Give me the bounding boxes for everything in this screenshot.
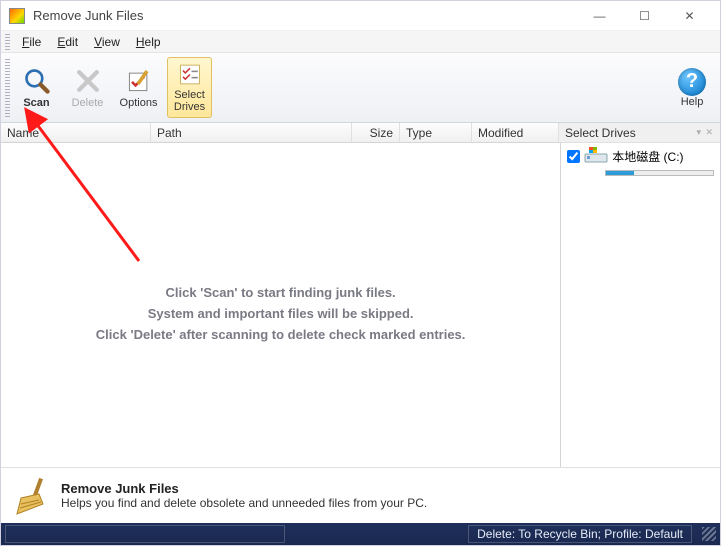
maximize-button[interactable]: ☐	[622, 2, 667, 30]
menubar: File Edit View Help	[1, 31, 720, 53]
options-button[interactable]: Options	[116, 57, 161, 118]
select-drives-button[interactable]: Select Drives	[167, 57, 212, 118]
checklist-icon	[176, 62, 204, 87]
select-drives-panel: 本地磁盘 (C:)	[560, 143, 720, 473]
menu-view[interactable]: View	[86, 33, 128, 51]
scan-button[interactable]: Scan	[14, 57, 59, 118]
resize-grip[interactable]	[702, 527, 716, 541]
delete-button[interactable]: Delete	[65, 57, 110, 118]
drive-checkbox-c[interactable]	[567, 150, 580, 163]
side-panel-pin-icon[interactable]: ▾ ✕	[696, 127, 714, 138]
toolbar-grip	[5, 59, 10, 119]
menu-edit[interactable]: Edit	[49, 33, 86, 51]
toolbar: Scan Delete Options Select Drives ? Help	[1, 53, 720, 123]
drive-usage-bar	[605, 170, 714, 176]
statusbar: Delete: To Recycle Bin; Profile: Default	[1, 523, 720, 545]
col-name[interactable]: Name	[1, 123, 151, 142]
footer-title: Remove Junk Files	[61, 481, 427, 496]
empty-state-message: Click 'Scan' to start finding junk files…	[1, 283, 560, 345]
main-area: Click 'Scan' to start finding junk files…	[1, 143, 720, 473]
help-icon: ?	[678, 68, 706, 96]
status-left	[5, 525, 285, 543]
titlebar: Remove Junk Files — ☐ ✕	[1, 1, 720, 31]
drive-label: 本地磁盘 (C:)	[612, 148, 683, 165]
window-title: Remove Junk Files	[33, 8, 144, 23]
results-list: Click 'Scan' to start finding junk files…	[1, 143, 560, 473]
status-right: Delete: To Recycle Bin; Profile: Default	[468, 525, 692, 543]
drive-icon	[584, 147, 608, 165]
close-button[interactable]: ✕	[667, 2, 712, 30]
app-icon	[9, 8, 25, 24]
column-headers: Name Path Size Type Modified Select Driv…	[1, 123, 720, 143]
minimize-button[interactable]: —	[577, 2, 622, 30]
help-button[interactable]: ? Help	[668, 57, 716, 118]
magnifier-icon	[23, 67, 51, 95]
menubar-grip	[5, 34, 10, 50]
col-size[interactable]: Size	[352, 123, 400, 142]
col-modified[interactable]: Modified	[472, 123, 559, 142]
options-icon	[125, 67, 153, 95]
delete-x-icon	[74, 67, 102, 95]
drive-item-c[interactable]: 本地磁盘 (C:)	[561, 143, 720, 169]
footer-info: Remove Junk Files Helps you find and del…	[1, 467, 720, 523]
side-panel-header: Select Drives ▾ ✕	[559, 123, 720, 143]
menu-file[interactable]: File	[14, 33, 49, 51]
menu-help[interactable]: Help	[128, 33, 169, 51]
col-type[interactable]: Type	[400, 123, 472, 142]
col-path[interactable]: Path	[151, 123, 352, 142]
broom-icon	[11, 476, 51, 516]
footer-desc: Helps you find and delete obsolete and u…	[61, 496, 427, 510]
